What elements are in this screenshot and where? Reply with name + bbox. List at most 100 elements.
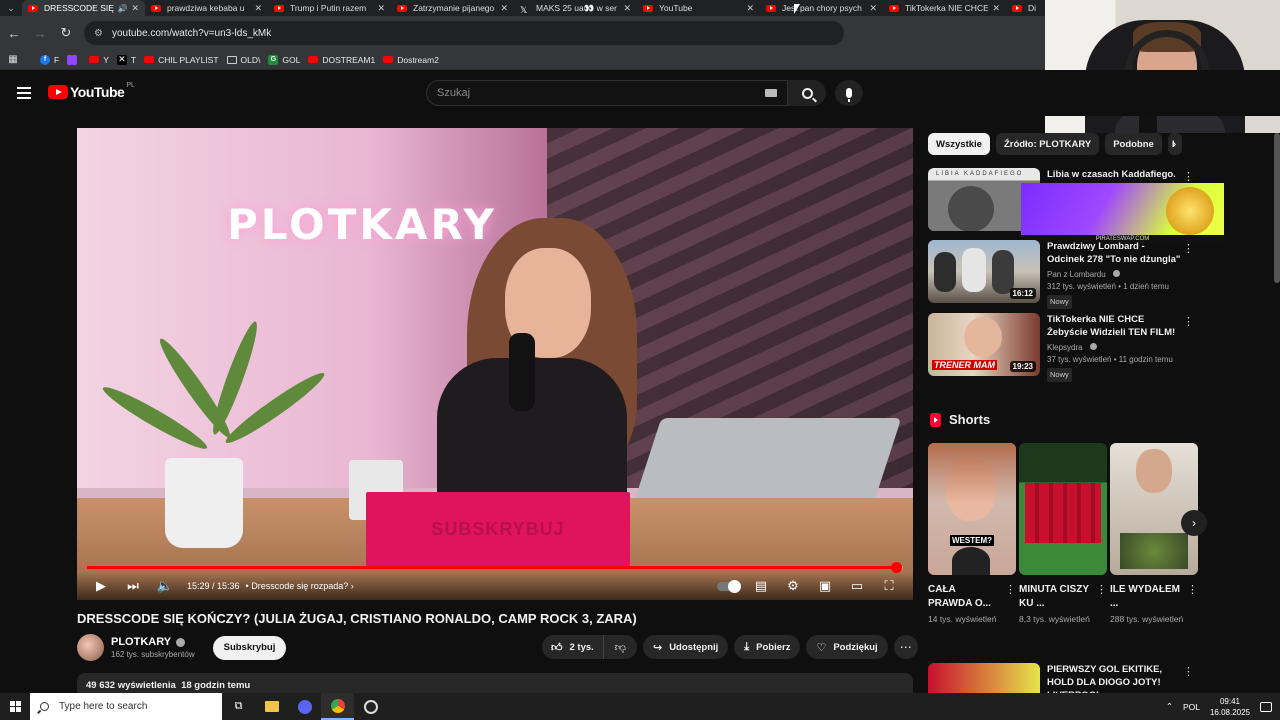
more-options-icon[interactable]: ⋮	[1183, 315, 1194, 328]
more-options-icon[interactable]: ⋮	[1183, 665, 1194, 678]
tab-search-button[interactable]: ⌄	[0, 0, 22, 16]
voice-search-button[interactable]	[835, 80, 863, 106]
reload-icon[interactable]: ↻	[54, 21, 78, 45]
file-explorer-icon[interactable]	[255, 693, 288, 720]
back-icon[interactable]: ←	[2, 21, 26, 45]
notification-icon[interactable]	[1260, 701, 1272, 712]
bookmark-chil-playlist[interactable]: CHIL PLAYLIST	[144, 55, 219, 65]
miniplayer-icon[interactable]: ▣	[809, 572, 841, 600]
video-player[interactable]: PLOTKARY SUBSKRYBUJ ▶ ⏭ 🔈 15:29 / 15:36 …	[77, 128, 913, 600]
bookmark-f[interactable]: fF	[40, 54, 59, 65]
play-icon[interactable]: ▶	[85, 572, 117, 600]
rec-meta: 312 tys. wyświetleń • 1 dzień temu	[1047, 282, 1169, 291]
language-indicator[interactable]: POL	[1183, 702, 1200, 712]
youtube-logo[interactable]: YouTube PL	[48, 82, 135, 100]
bookmark-twitch[interactable]	[67, 54, 81, 65]
video-thumbnail[interactable]: TRENER MAM 19:23	[928, 313, 1040, 376]
tab-4[interactable]: Zatrzymanie pijanego ✕	[391, 0, 514, 16]
chevron-right-icon[interactable]: ›	[1181, 510, 1207, 536]
share-button[interactable]: ↪ Udostępnij	[642, 635, 729, 659]
close-icon[interactable]: ✕	[992, 3, 1000, 14]
like-button[interactable]: 👍︎ 2 tys.	[542, 635, 604, 659]
start-button[interactable]	[0, 693, 30, 720]
close-icon[interactable]: ✕	[377, 3, 385, 14]
short-thumbnail[interactable]	[1019, 443, 1107, 575]
url-input[interactable]: ⚙ youtube.com/watch?v=un3-lds_kMk	[84, 21, 844, 45]
site-settings-icon[interactable]: ⚙	[94, 28, 103, 39]
more-actions-icon[interactable]: ⋯	[893, 635, 918, 659]
close-icon[interactable]: ✕	[254, 3, 262, 14]
more-options-icon[interactable]: ⋮	[1183, 242, 1194, 255]
apps-button[interactable]: ▦	[8, 54, 22, 65]
settings-icon[interactable]: ⚙	[777, 572, 809, 600]
youtube-icon	[643, 4, 653, 12]
theater-mode-icon[interactable]: ▭	[841, 572, 873, 600]
dislike-button[interactable]: 👎︎	[604, 635, 637, 659]
fullscreen-icon[interactable]: ⛶	[873, 572, 905, 600]
tab-7[interactable]: Jest pan chory psych ✕	[760, 0, 883, 16]
tab-2[interactable]: prawdziwa kebaba u ✕	[145, 0, 268, 16]
more-options-icon[interactable]: ⋮	[1005, 583, 1016, 596]
chevron-right-icon[interactable]: ›	[1172, 136, 1176, 151]
bookmark-y[interactable]: Y	[89, 55, 109, 65]
bookmark-gol[interactable]: G GOL	[268, 54, 300, 65]
tray-chevron-icon[interactable]: ⌃	[1166, 701, 1173, 712]
more-options-icon[interactable]: ⋮	[1096, 583, 1107, 596]
chip-similar[interactable]: Podobne	[1105, 133, 1162, 155]
video-thumbnail[interactable]: 16:12	[928, 240, 1040, 303]
volume-icon[interactable]: 🔈	[149, 572, 181, 600]
search-button[interactable]	[788, 80, 826, 106]
channel-name[interactable]: PLOTKARY	[111, 636, 171, 648]
chip-all[interactable]: Wszystkie	[928, 133, 990, 155]
tab-8[interactable]: TikTokerka NIE CHCE ✕	[883, 0, 1006, 16]
short-thumbnail[interactable]	[1110, 443, 1198, 575]
progress-bar[interactable]	[87, 562, 903, 573]
tab-6[interactable]: YouTube ✕	[637, 0, 760, 16]
close-icon[interactable]: ✕	[131, 3, 139, 14]
recommendation-item[interactable]: TRENER MAM 19:23 TikTokerka NIE CHCE Żeb…	[928, 313, 1198, 382]
subscribe-button[interactable]: Subskrybuj	[212, 635, 287, 660]
thanks-button[interactable]: ♡ Podziękuj	[806, 635, 888, 659]
recommendation-item[interactable]: 16:12 Prawdziwy Lombard - Odcinek 278 "T…	[928, 240, 1198, 309]
tab-3[interactable]: Trump i Putin razem ✕	[268, 0, 391, 16]
ad-banner[interactable]: PIRATESWAP.COM	[1021, 183, 1224, 243]
clock[interactable]: 09:41 16.08.2025	[1210, 696, 1250, 718]
close-icon[interactable]: ✕	[500, 3, 508, 14]
speaker-icon[interactable]: 🔊	[117, 4, 127, 13]
bookmark-dostream1[interactable]: DOSTREAM1	[308, 55, 375, 65]
more-options-icon[interactable]: ⋮	[1187, 583, 1198, 596]
chapter-link[interactable]: • Dresscode się rozpada? ›	[246, 581, 354, 591]
autoplay-toggle[interactable]	[717, 579, 741, 593]
short-item[interactable]: ILE WYDAŁEM ... 288 tys. wyświetleń ⋮	[1110, 443, 1198, 625]
discord-icon[interactable]	[288, 693, 321, 720]
subtitles-icon[interactable]: ▤	[745, 572, 777, 600]
download-button[interactable]: ⤓ Pobierz	[734, 635, 801, 659]
task-view-icon[interactable]: ⧉	[222, 693, 255, 720]
tab-1[interactable]: DRESSCODE SIĘ KOŃCZY 🔊 ✕	[22, 0, 145, 16]
search-input[interactable]: Szukaj	[426, 80, 788, 106]
channel-avatar[interactable]	[77, 634, 104, 661]
chrome-icon[interactable]	[321, 693, 354, 720]
chip-source[interactable]: Źródło: PLOTKARY	[995, 133, 1100, 155]
tab-9[interactable]: Di	[1006, 0, 1046, 16]
short-thumbnail[interactable]: WESTEM?	[928, 443, 1016, 575]
short-item[interactable]: WESTEM? CAŁA PRAWDA O... 14 tys. wyświet…	[928, 443, 1016, 625]
close-icon[interactable]: ✕	[869, 3, 877, 14]
obs-icon[interactable]	[354, 693, 387, 720]
short-item[interactable]: MINUTA CISZY KU ... 8,3 tys. wyświetleń …	[1019, 443, 1107, 625]
rec-channel[interactable]: Klepsydra	[1047, 343, 1083, 352]
bookmark-dostream2[interactable]: Dostream2	[383, 55, 439, 65]
keyboard-icon[interactable]	[765, 89, 777, 97]
bookmark-old[interactable]: OLD\	[226, 55, 260, 65]
next-icon[interactable]: ⏭	[117, 572, 149, 600]
tab-5[interactable]: 𝕏 MAKS 25 ua👀 w ser ✕	[514, 0, 637, 16]
rec-channel[interactable]: Pan z Lombardu	[1047, 270, 1106, 279]
taskbar-search-input[interactable]: Type here to search	[30, 693, 222, 720]
bookmark-t[interactable]: ✕ T	[116, 54, 136, 65]
forward-icon[interactable]: →	[28, 21, 52, 45]
close-icon[interactable]: ✕	[623, 3, 631, 14]
menu-icon[interactable]	[17, 87, 31, 99]
page-scrollbar[interactable]	[1274, 133, 1280, 283]
more-options-icon[interactable]: ⋮	[1183, 170, 1194, 183]
close-icon[interactable]: ✕	[746, 3, 754, 14]
